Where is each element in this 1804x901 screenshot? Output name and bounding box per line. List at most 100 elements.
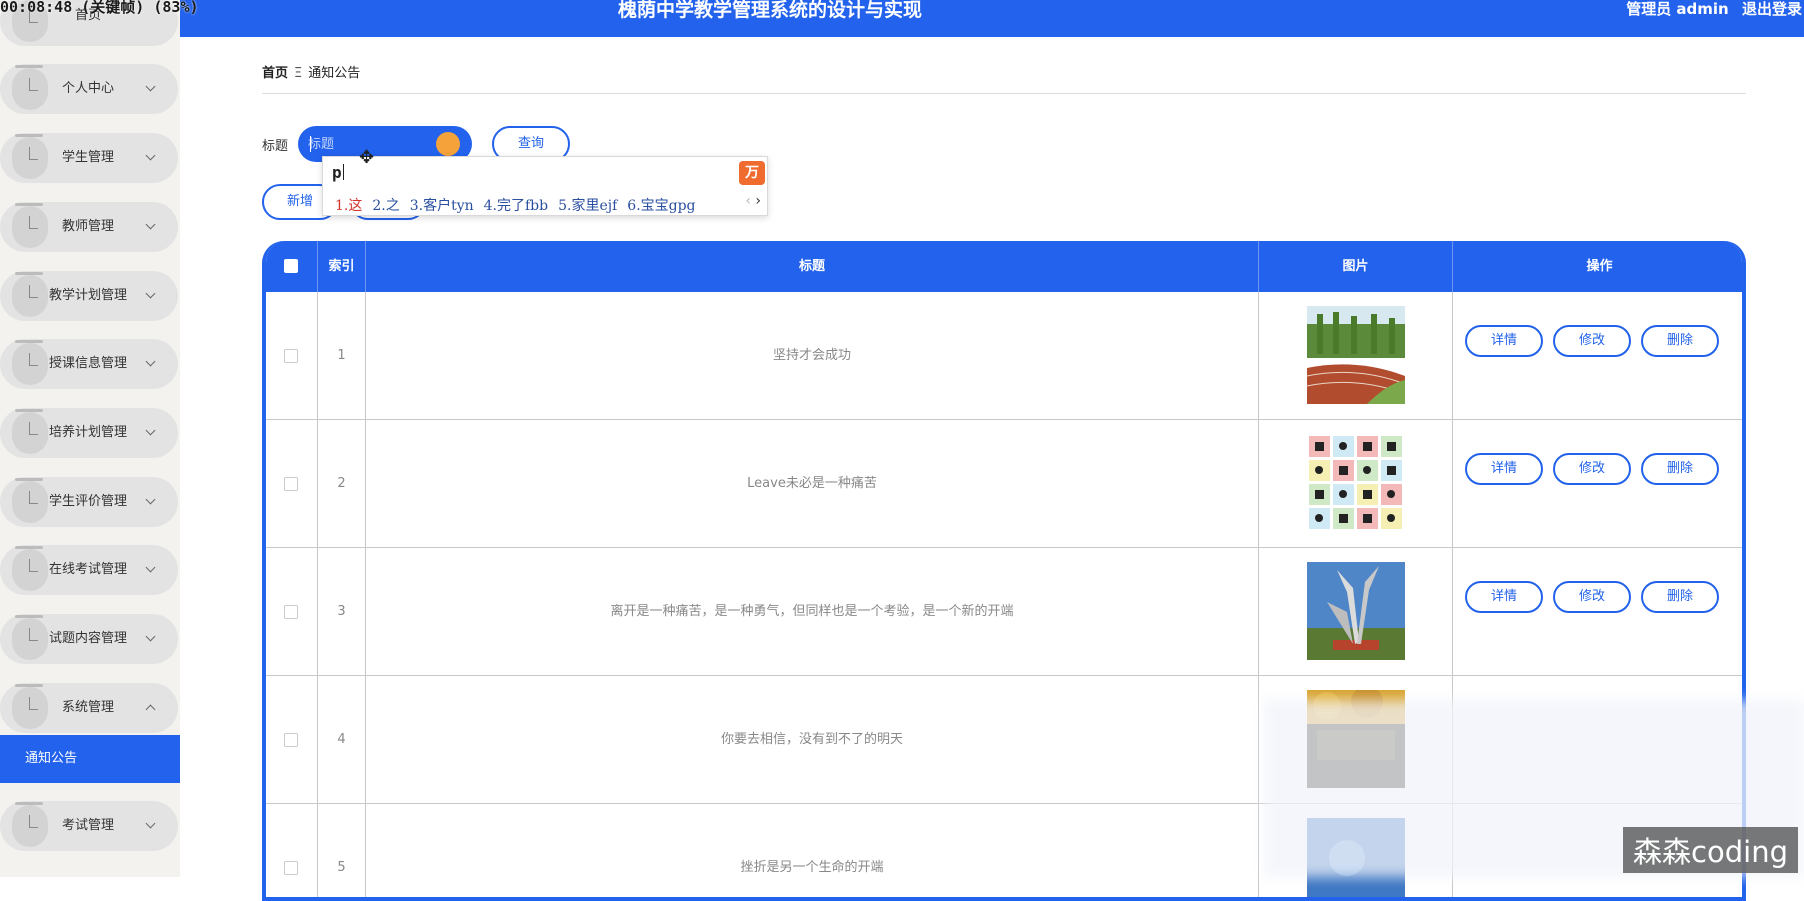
sidebar-item-label: 授课信息管理 xyxy=(32,339,144,389)
top-header-bar: 槐荫中学教学管理系统的设计与实现 管理员 admin 退出登录 xyxy=(180,0,1804,37)
select-all-checkbox[interactable] xyxy=(284,259,298,273)
ime-candidate[interactable]: 1.这 xyxy=(335,198,362,214)
row-title: 挫折是另一个生命的开端 xyxy=(366,804,1259,901)
row-checkbox[interactable] xyxy=(284,349,298,363)
chevron-down-icon xyxy=(146,151,156,161)
row-checkbox[interactable] xyxy=(284,477,298,491)
chevron-down-icon xyxy=(146,82,156,92)
breadcrumb-home[interactable]: 首页 xyxy=(262,66,288,81)
row-select-cell xyxy=(266,548,318,676)
edit-button[interactable]: 修改 xyxy=(1553,325,1631,357)
table-row: 2 Leave未必是一种痛苦 详情 修改 删除 xyxy=(266,420,1746,548)
row-actions: 详情 修改 删除 xyxy=(1453,292,1746,420)
logout-link[interactable]: 退出登录 xyxy=(1742,0,1802,18)
detail-button[interactable]: 详情 xyxy=(1465,581,1543,613)
sidebar-item-label: 学生管理 xyxy=(32,133,144,183)
chevron-down-icon xyxy=(146,495,156,505)
sidebar-item-label: 试题内容管理 xyxy=(32,614,144,664)
chevron-down-icon xyxy=(146,357,156,367)
row-image-cell xyxy=(1259,292,1453,420)
row-index: 1 xyxy=(318,292,366,420)
row-index: 4 xyxy=(318,676,366,804)
row-actions: 详情 修改 删除 xyxy=(1453,420,1746,548)
chevron-down-icon xyxy=(146,819,156,829)
chevron-down-icon xyxy=(146,426,156,436)
detail-button[interactable]: 详情 xyxy=(1465,325,1543,357)
breadcrumb-divider xyxy=(262,93,1746,94)
ime-candidate[interactable]: 5.家里ejf xyxy=(558,198,617,214)
column-header-index: 索引 xyxy=(318,241,366,292)
row-title: Leave未必是一种痛苦 xyxy=(366,420,1259,548)
delete-button[interactable]: 删除 xyxy=(1641,581,1719,613)
sidebar-item-question-content[interactable]: 试题内容管理 xyxy=(0,614,178,664)
sidebar-item-training-plans[interactable]: 培养计划管理 xyxy=(0,408,178,458)
search-label: 标题 xyxy=(262,135,288,154)
ime-typed-text: p xyxy=(332,163,344,182)
text-caret xyxy=(310,136,311,152)
ime-candidate[interactable]: 2.之 xyxy=(372,198,399,214)
track-photo-thumbnail[interactable] xyxy=(1307,306,1405,404)
sidebar-item-label: 考试管理 xyxy=(32,801,144,851)
table-row: 1 坚持才会成功 详情 修改 删除 xyxy=(266,292,1746,420)
user-label: 管理员 admin xyxy=(1626,0,1729,18)
breadcrumb: 首页Ξ通知公告 xyxy=(262,62,360,81)
sculpture-photo-thumbnail[interactable] xyxy=(1307,562,1405,660)
app-title: 槐荫中学教学管理系统的设计与实现 xyxy=(180,0,1360,20)
row-checkbox[interactable] xyxy=(284,733,298,747)
sidebar-subitem-notices[interactable]: 通知公告 xyxy=(0,735,180,783)
ime-logo-icon[interactable]: 万 xyxy=(739,161,765,185)
table-header: 索引 标题 图片 操作 xyxy=(266,241,1746,292)
ime-next-page-icon[interactable]: › xyxy=(755,193,761,209)
detail-button[interactable]: 详情 xyxy=(1465,453,1543,485)
ime-candidate[interactable]: 4.完了fbb xyxy=(484,198,548,214)
chevron-down-icon xyxy=(146,289,156,299)
edit-button[interactable]: 修改 xyxy=(1553,581,1631,613)
sidebar-item-label: 在线考试管理 xyxy=(32,545,144,595)
ime-candidate-popup: p 万 1.这 2.之 3.客户tyn 4.完了fbb 5.家里ejf 6.宝宝gpg ‹… xyxy=(322,156,768,216)
search-toggle-knob[interactable] xyxy=(436,132,460,156)
sidebar-item-lectures[interactable]: 授课信息管理 xyxy=(0,339,178,389)
sidebar-item-personal-center[interactable]: 个人中心 xyxy=(0,64,178,114)
row-actions: 详情 修改 删除 xyxy=(1453,548,1746,676)
sidebar-item-online-exams[interactable]: 在线考试管理 xyxy=(0,545,178,595)
sidebar-item-teaching-plans[interactable]: 教学计划管理 xyxy=(0,271,178,321)
row-title: 你要去相信，没有到不了的明天 xyxy=(366,676,1259,804)
ime-prev-page-icon[interactable]: ‹ xyxy=(745,193,751,209)
user-area: 管理员 admin 退出登录 xyxy=(1618,0,1802,18)
row-index: 5 xyxy=(318,804,366,901)
sidebar-item-label: 学生评价管理 xyxy=(32,477,144,527)
ime-candidate[interactable]: 3.客户tyn xyxy=(410,198,474,214)
row-index: 3 xyxy=(318,548,366,676)
sidebar: 首页 个人中心 学生管理 教师管理 教学计划管理 授课信息管理 培养计划管理 学… xyxy=(0,0,180,877)
row-image-cell xyxy=(1259,420,1453,548)
row-title: 离开是一种痛苦，是一种勇气，但同样也是一个考验，是一个新的开端 xyxy=(366,548,1259,676)
breadcrumb-current: 通知公告 xyxy=(308,66,360,81)
delete-button[interactable]: 删除 xyxy=(1641,453,1719,485)
sidebar-item-student-evaluations[interactable]: 学生评价管理 xyxy=(0,477,178,527)
icon-grid-thumbnail[interactable] xyxy=(1307,434,1405,532)
ime-page-nav: ‹ › xyxy=(745,193,761,209)
move-cursor-icon: ✥ xyxy=(359,147,374,168)
sidebar-item-teachers[interactable]: 教师管理 xyxy=(0,202,178,252)
sidebar-item-exam-management[interactable]: 考试管理 xyxy=(0,801,178,851)
row-checkbox[interactable] xyxy=(284,605,298,619)
sidebar-item-label: 个人中心 xyxy=(32,64,144,114)
sidebar-item-label: 教学计划管理 xyxy=(32,271,144,321)
delete-button[interactable]: 删除 xyxy=(1641,325,1719,357)
chevron-up-icon xyxy=(146,705,156,715)
edit-button[interactable]: 修改 xyxy=(1553,453,1631,485)
sidebar-item-system-management[interactable]: 系统管理 xyxy=(0,683,178,733)
ime-candidate-list: 1.这 2.之 3.客户tyn 4.完了fbb 5.家里ejf 6.宝宝gpg xyxy=(335,195,706,215)
row-title: 坚持才会成功 xyxy=(366,292,1259,420)
ime-candidate[interactable]: 6.宝宝gpg xyxy=(627,198,695,214)
row-select-cell xyxy=(266,420,318,548)
chevron-down-icon xyxy=(146,632,156,642)
row-index: 2 xyxy=(318,420,366,548)
recording-overlay-text: 00:08:48 (关键帧) (83%) xyxy=(0,0,199,17)
row-image-cell xyxy=(1259,548,1453,676)
sidebar-item-label: 培养计划管理 xyxy=(32,408,144,458)
column-header-title: 标题 xyxy=(366,241,1259,292)
sidebar-item-students[interactable]: 学生管理 xyxy=(0,133,178,183)
chevron-down-icon xyxy=(146,220,156,230)
row-checkbox[interactable] xyxy=(284,861,298,875)
